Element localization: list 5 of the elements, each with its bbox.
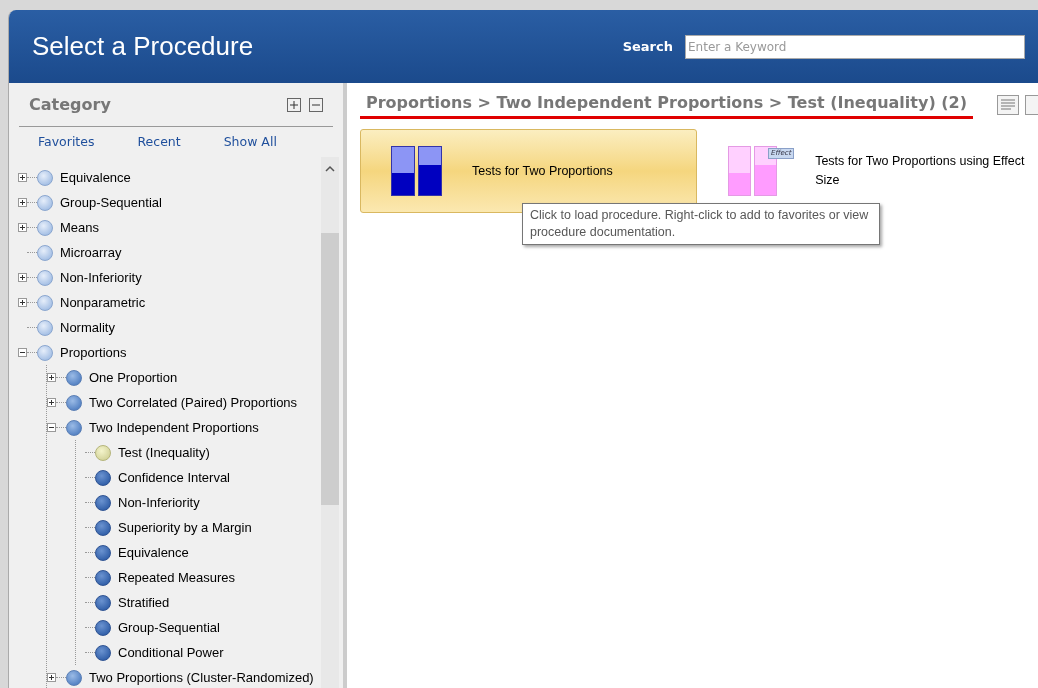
window-title: Select a Procedure (32, 30, 254, 63)
breadcrumb: Proportions > Two Independent Proportions > Test (Inequality) (2) (366, 93, 968, 112)
search-label: Search (622, 37, 673, 56)
panel-title: Category (29, 93, 111, 116)
tooltip: Click to load procedure. Right-click to add to favorites or view procedure documentation. (522, 203, 880, 245)
